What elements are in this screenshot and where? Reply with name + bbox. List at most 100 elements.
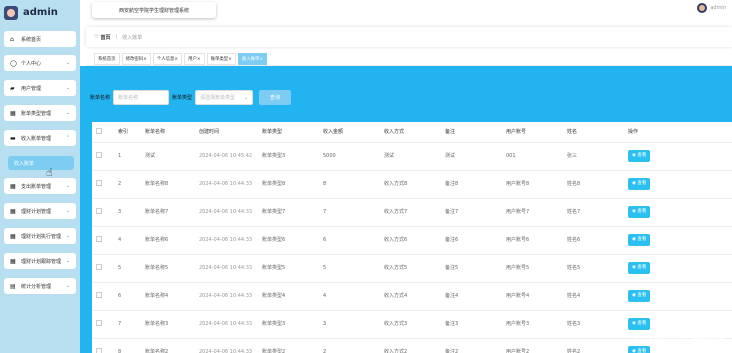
search-form: 账单名称 账单名称 账单类型 请选择账单类型 ⌄ 查询 xyxy=(90,90,292,105)
name-label: 账单名称 xyxy=(90,95,111,101)
close-icon[interactable]: × xyxy=(197,57,201,62)
sidebar-item-label: 收入账单管理 xyxy=(21,135,52,142)
action-cell: ◉ 查看 xyxy=(624,282,732,311)
table-cell: 账单名称2 xyxy=(141,338,195,353)
table-cell: 5000 xyxy=(319,142,380,171)
table-row: 3 账单名称7 2024-04-06 10:44:33 账单类型7 7 收入方式7 备注7 用… xyxy=(92,198,732,227)
row-checkbox[interactable] xyxy=(96,291,102,298)
app-name: admin xyxy=(23,7,58,18)
row-checkbox[interactable] xyxy=(96,179,102,186)
table-cell: 8 xyxy=(114,338,141,353)
view-button[interactable]: ◉ 查看 xyxy=(628,178,651,190)
sidebar-item-2[interactable]: ▰ 用户管理 ⌄ xyxy=(4,80,76,96)
tab-2[interactable]: 个人信息× xyxy=(152,52,183,65)
view-button[interactable]: ◉ 查看 xyxy=(628,290,651,302)
table-cell: 5 xyxy=(114,254,141,283)
table-cell: 收入方式8 xyxy=(380,170,441,199)
close-icon[interactable]: × xyxy=(143,57,147,62)
tab-1[interactable]: 修改密码× xyxy=(121,52,151,65)
table-row: 6 账单名称4 2024-04-06 10:44:33 账单类型4 4 收入方式4 备注4 用… xyxy=(92,282,732,311)
tab-label: 收入账单 xyxy=(241,56,260,62)
view-label: 查看 xyxy=(637,153,647,158)
column-header: 账单名称 xyxy=(141,122,195,143)
sidebar-item-7[interactable]: ▦ 理财计划执行管理 ⌄ xyxy=(4,228,76,244)
table-cell: 备注8 xyxy=(441,170,502,199)
table-cell: 4 xyxy=(319,282,380,311)
table-cell: 2024-04-06 10:44:33 xyxy=(195,310,258,339)
sidebar-item-label: 理财计划管理 xyxy=(21,208,52,215)
table-cell: 2024-04-06 10:44:33 xyxy=(195,282,258,311)
row-checkbox[interactable] xyxy=(96,347,102,353)
tab-3[interactable]: 用户× xyxy=(184,52,205,65)
row-checkbox[interactable] xyxy=(96,151,102,158)
sidebar-item-6[interactable]: ▦ 理财计划管理 ⌄ xyxy=(4,203,76,219)
close-icon[interactable]: × xyxy=(259,57,263,62)
chevron-up-icon: ⌃ xyxy=(65,135,70,141)
table-cell: 备注2 xyxy=(441,338,502,353)
table-row: 4 账单名称6 2024-04-06 10:44:33 账单类型6 6 收入方式6 备注6 用… xyxy=(92,226,732,255)
row-checkbox[interactable] xyxy=(96,235,102,242)
view-button[interactable]: ◉ 查看 xyxy=(628,206,651,218)
tab-0[interactable]: 系统首页 xyxy=(94,52,120,65)
view-button[interactable]: ◉ 查看 xyxy=(628,150,651,162)
sidebar-item-4[interactable]: ▬ 收入账单管理 ⌃ xyxy=(4,130,76,146)
user-avatar[interactable] xyxy=(697,3,708,13)
user-name: admin xyxy=(710,5,726,11)
row-checkbox[interactable] xyxy=(96,207,102,214)
sidebar-item-5[interactable]: ▦ 支出账单管理 ⌄ xyxy=(4,178,76,194)
sidebar-item-8[interactable]: ▦ 理财计划跟踪管理 ⌄ xyxy=(4,253,76,269)
tab-5[interactable]: 收入账单× xyxy=(237,52,268,65)
bill-type-select[interactable]: 请选择账单类型 ⌄ xyxy=(195,90,254,105)
tab-4[interactable]: 账单类型× xyxy=(206,52,236,65)
tab-label: 修改密码 xyxy=(125,56,144,62)
sidebar-item-9[interactable]: ▤ 统计分析管理 ⌄ xyxy=(4,278,76,294)
sidebar-item-0[interactable]: ⌂ 系统首页 xyxy=(4,31,76,47)
bill-name-input[interactable]: 账单名称 xyxy=(113,90,170,105)
sidebar-item-label: 个人中心 xyxy=(21,60,42,67)
grid-icon: ▦ xyxy=(10,207,16,215)
table-cell: 7 xyxy=(114,310,141,339)
table-cell: 账单类型3 xyxy=(258,142,319,171)
chevron-down-icon: ⌄ xyxy=(65,283,70,289)
table-cell: 收入方式3 xyxy=(380,310,441,339)
select-all-checkbox[interactable] xyxy=(96,127,102,134)
search-button[interactable]: 查询 xyxy=(259,90,292,105)
tab-label: 个人信息 xyxy=(156,56,175,62)
sidebar-item-label: 系统首页 xyxy=(21,36,42,43)
close-icon[interactable]: × xyxy=(174,57,178,62)
row-checkbox[interactable] xyxy=(96,263,102,270)
table-cell: 6 xyxy=(114,282,141,311)
row-checkbox[interactable] xyxy=(96,319,102,326)
sidebar: admin ⌂ 系统首页 ◯ 个人中心 ⌄ ▰ 用户管理 ⌄ ▦ 账单类型管理 ⌄ ▬ 收入账单管理 ⌃ ▦… xyxy=(0,0,80,353)
breadcrumb-current: 收入账单 xyxy=(122,34,143,41)
view-button[interactable]: ◉ 查看 xyxy=(628,234,651,246)
breadcrumb-home[interactable]: 首页 xyxy=(100,34,110,41)
table-cell: 2024-04-06 10:45:42 xyxy=(195,142,258,171)
logo-avatar xyxy=(4,5,18,20)
view-button[interactable]: ◉ 查看 xyxy=(628,262,651,274)
grid-icon: ▦ xyxy=(10,109,16,117)
user-info[interactable]: admin xyxy=(697,3,726,13)
close-icon[interactable]: × xyxy=(228,57,232,62)
table-cell: 账单类型8 xyxy=(258,170,319,199)
table-cell: 账单类型4 xyxy=(258,282,319,311)
table-cell: 备注3 xyxy=(441,310,502,339)
table-cell: 2024-04-06 10:44:33 xyxy=(195,170,258,199)
column-header: 收入金额 xyxy=(319,122,380,143)
table-cell: 用户账号2 xyxy=(502,338,563,353)
heart-icon: ♡ xyxy=(94,34,99,40)
table-cell: 姓名7 xyxy=(563,198,624,227)
sidebar-item-label: 理财计划跟踪管理 xyxy=(21,258,62,265)
table-cell: 测试 xyxy=(441,142,502,171)
income-bill-table: 索引 账单名称 创建时间 账单类型 收入金额 收入方式 备注 用户账号 姓名 操作 1 测试 2024… xyxy=(92,122,732,353)
table-cell: 姓名5 xyxy=(563,254,624,283)
table-cell: 收入方式2 xyxy=(380,338,441,353)
view-button[interactable]: ◉ 查看 xyxy=(628,318,651,330)
column-header: 姓名 xyxy=(563,122,624,143)
monitor-icon: ▬ xyxy=(10,134,16,142)
sidebar-subitem-income-bill[interactable]: 收入账单 xyxy=(8,156,74,170)
table-cell: 测试 xyxy=(380,142,441,171)
table-cell: 2024-04-06 10:44:33 xyxy=(195,338,258,353)
sidebar-item-3[interactable]: ▦ 账单类型管理 ⌄ xyxy=(4,105,76,121)
sidebar-item-1[interactable]: ◯ 个人中心 ⌄ xyxy=(4,55,76,71)
